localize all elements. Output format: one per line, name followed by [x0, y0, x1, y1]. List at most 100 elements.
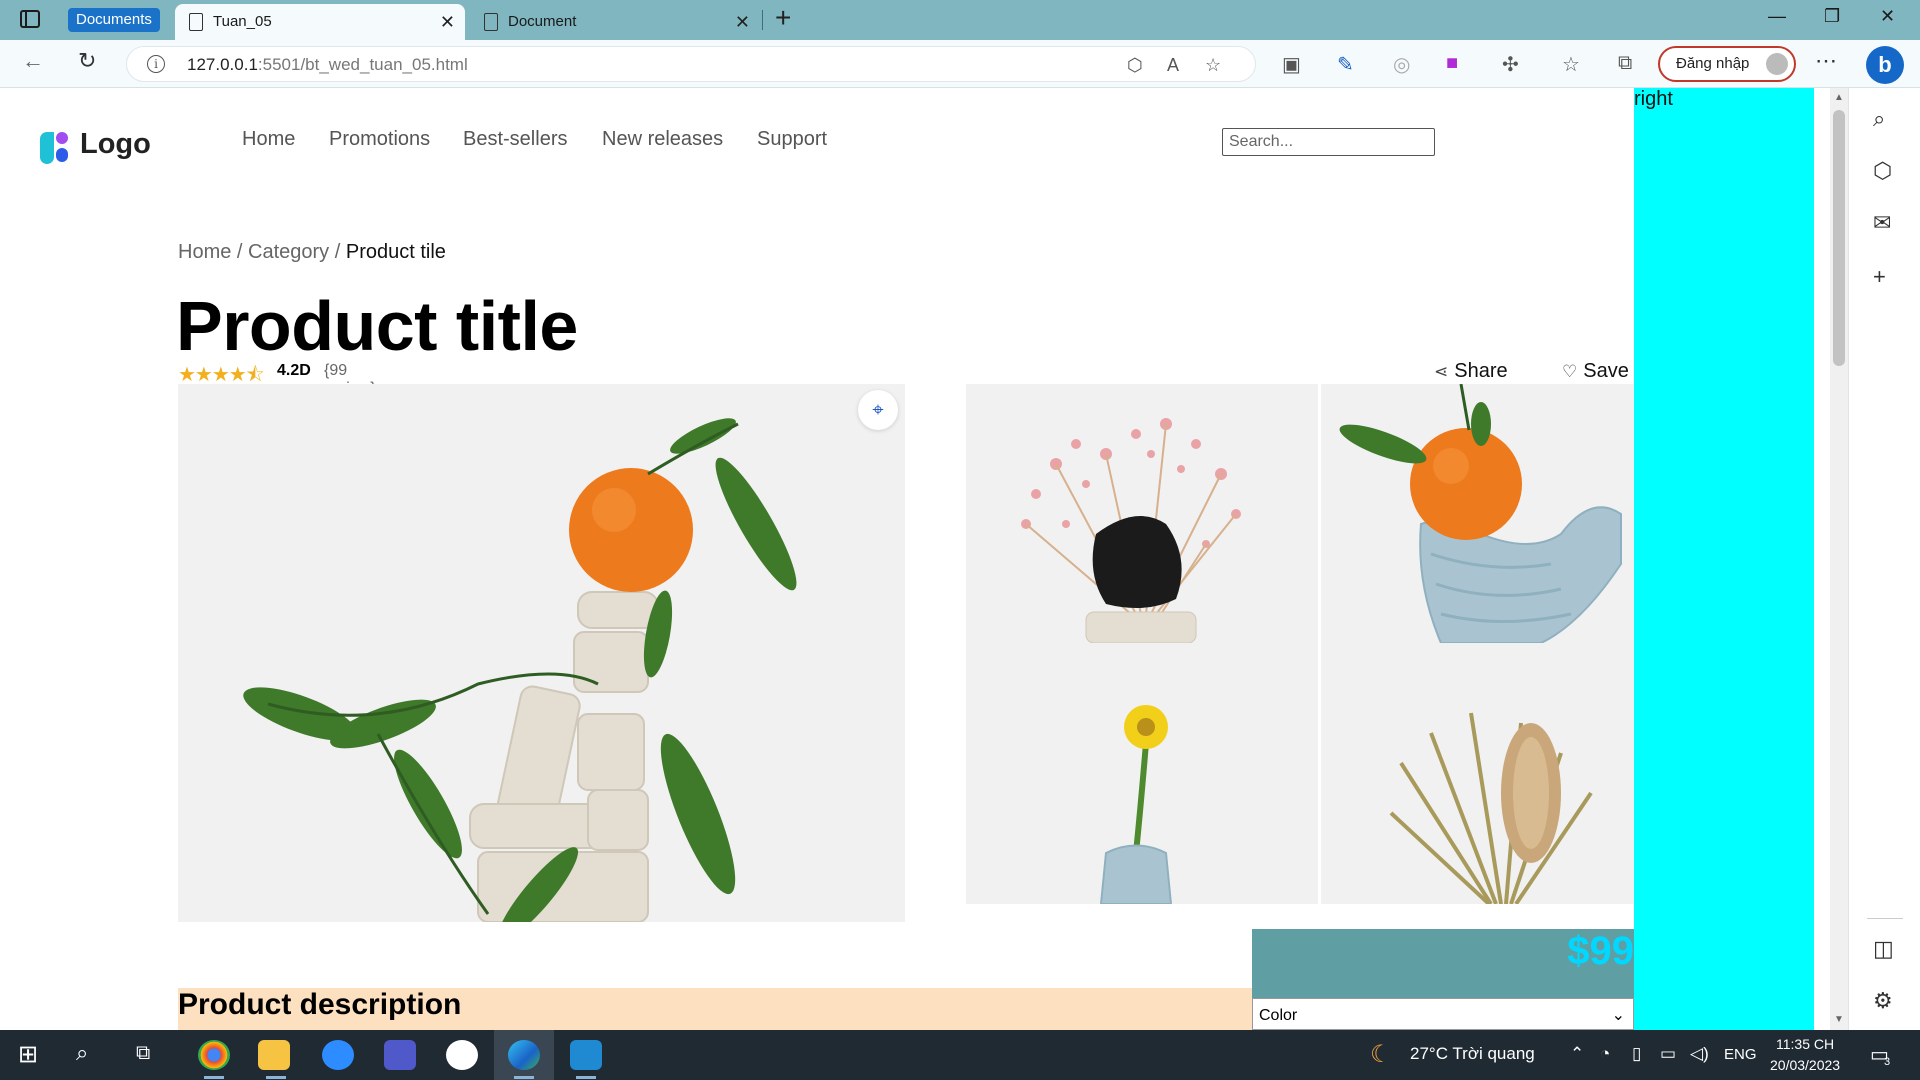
nav-promotions[interactable]: Promotions	[329, 128, 430, 151]
gallery-thumb-2[interactable]	[1321, 384, 1634, 643]
purple-extension-icon[interactable]: ■	[1446, 52, 1458, 75]
page-scrollbar[interactable]: ▲ ▼	[1830, 88, 1848, 1030]
scrollbar-thumb[interactable]	[1833, 110, 1845, 366]
tab-tuan-05[interactable]: Tuan_05 ✕	[175, 4, 465, 40]
color-select[interactable]: Color ⌄	[1252, 998, 1634, 1030]
tab-label: Document	[508, 13, 577, 30]
reload-icon[interactable]: ↻	[78, 48, 96, 74]
volume-icon[interactable]: ◁)	[1690, 1044, 1709, 1064]
input-language[interactable]: ENG	[1724, 1046, 1757, 1063]
running-indicator	[266, 1076, 286, 1079]
windows-start-icon[interactable]: ⊞	[18, 1040, 38, 1069]
url-host: 127.0.0.1	[187, 55, 258, 74]
more-options-icon[interactable]: ⋯	[1815, 48, 1837, 74]
minimize-button[interactable]: —	[1768, 6, 1786, 27]
bing-copilot-icon[interactable]: b	[1866, 46, 1904, 84]
teams-icon[interactable]	[384, 1040, 416, 1070]
banksia-illustration	[1321, 643, 1634, 904]
split-screen-icon[interactable]: ◫	[1873, 936, 1894, 962]
device-icon[interactable]: ▯	[1632, 1044, 1641, 1064]
price: $99	[1567, 929, 1634, 973]
nav-best-sellers[interactable]: Best-sellers	[463, 128, 567, 151]
breadcrumb-home[interactable]: Home	[178, 241, 231, 263]
share-label: Share	[1454, 360, 1508, 382]
gallery-thumb-3[interactable]	[966, 643, 1318, 904]
clock-time: 11:35 CH	[1775, 1036, 1835, 1052]
main-product-image[interactable]	[178, 384, 905, 922]
close-window-button[interactable]: ✕	[1880, 6, 1895, 27]
chrome-icon[interactable]	[198, 1040, 230, 1070]
tab-group-documents[interactable]: Documents	[68, 8, 160, 32]
nav-support[interactable]: Support	[757, 128, 827, 151]
zoom-icon[interactable]	[322, 1040, 354, 1070]
back-arrow-icon[interactable]: ←	[22, 48, 44, 74]
outlook-icon[interactable]: ✉	[1873, 210, 1891, 236]
logo-mark-pill	[56, 148, 68, 162]
nav-new-releases[interactable]: New releases	[602, 128, 723, 151]
share-icon: ⋖	[1434, 362, 1449, 381]
zalo-icon[interactable]	[446, 1040, 478, 1070]
close-tab-icon[interactable]: ✕	[440, 4, 455, 40]
color-select-value: Color	[1259, 1007, 1298, 1024]
running-indicator	[576, 1076, 596, 1079]
sign-in-label: Đăng nhập	[1676, 55, 1750, 72]
favorites-icon[interactable]: ☆	[1562, 52, 1580, 77]
scroll-up-icon[interactable]: ▲	[1834, 92, 1844, 103]
close-tab-icon[interactable]: ✕	[735, 4, 750, 40]
tab-label: Tuan_05	[213, 13, 272, 30]
running-indicator	[514, 1076, 534, 1079]
compass-icon[interactable]: ◎	[1393, 52, 1410, 77]
wifi-icon[interactable]: ◔	[1600, 1044, 1610, 1064]
pen-extension-icon[interactable]: ✎	[1337, 52, 1354, 77]
visual-search-icon[interactable]: ⌖	[858, 390, 898, 430]
sign-in-button[interactable]: Đăng nhập	[1658, 46, 1796, 82]
search-icon[interactable]: ⌕	[76, 1040, 88, 1066]
edge-icon[interactable]	[508, 1040, 540, 1070]
puzzle-icon[interactable]: ✣	[1502, 52, 1519, 77]
tab-document[interactable]: Document ✕	[470, 4, 760, 40]
orange-blue-vase-illustration	[1321, 384, 1634, 643]
chevron-up-icon[interactable]: ⌃	[1570, 1044, 1584, 1064]
read-aloud-icon[interactable]: A	[1167, 55, 1179, 76]
windows-taskbar: ⊞ ⌕ ⧉ ☾ 27°C Trời quang ⌃ ◔ ▯ ▭ ◁) ENG 1…	[0, 1030, 1920, 1080]
nav-home[interactable]: Home	[242, 128, 295, 151]
search-input[interactable]	[1222, 128, 1435, 156]
document-icon	[484, 13, 498, 31]
right-label: right	[1634, 88, 1673, 110]
site-info-icon[interactable]: i	[147, 55, 165, 73]
task-view-icon[interactable]: ⧉	[136, 1042, 150, 1065]
system-clock[interactable]: 11:35 CH 20/03/2023	[1770, 1034, 1840, 1076]
chevron-down-icon: ⌄	[1611, 1007, 1625, 1024]
add-sidebar-icon[interactable]: +	[1873, 264, 1886, 290]
weather-text[interactable]: 27°C Trời quang	[1410, 1044, 1535, 1064]
scroll-down-icon[interactable]: ▼	[1834, 1014, 1844, 1025]
gallery-thumb-1[interactable]	[966, 384, 1318, 643]
breadcrumb: Home / Category / Product tile	[178, 241, 446, 264]
search-icon[interactable]: ⌕	[1873, 106, 1885, 132]
url-field[interactable]: i 127.0.0.1:5501/bt_wed_tuan_05.html ⬡ A…	[126, 46, 1256, 82]
gallery-thumb-4[interactable]	[1321, 643, 1634, 904]
share-button[interactable]: ⋖ Share	[1434, 360, 1508, 383]
gear-icon[interactable]: ⚙	[1873, 988, 1893, 1014]
restore-button[interactable]: ❐	[1824, 6, 1840, 27]
collections-icon[interactable]: ⧉	[1618, 52, 1632, 75]
file-explorer-icon[interactable]	[258, 1040, 290, 1070]
breadcrumb-category[interactable]: Category	[248, 241, 329, 263]
new-tab-button[interactable]: +	[775, 2, 791, 34]
battery-icon[interactable]: ▭	[1660, 1044, 1676, 1064]
breadcrumb-current: Product tile	[345, 241, 446, 263]
vscode-icon[interactable]	[570, 1040, 602, 1070]
save-button[interactable]: ♡ Save	[1562, 360, 1629, 383]
tab-divider	[762, 10, 763, 30]
extensions-cube-icon[interactable]: ▣	[1282, 52, 1301, 77]
heart-icon: ♡	[1562, 362, 1578, 381]
tab-actions-icon[interactable]	[20, 10, 40, 28]
document-icon	[189, 13, 203, 31]
tag-icon[interactable]: ⬡	[1127, 55, 1143, 76]
add-favorite-icon[interactable]: ☆	[1205, 55, 1221, 76]
avatar	[1766, 53, 1788, 75]
logo-text: Logo	[80, 128, 151, 160]
pink-flowers-illustration	[966, 384, 1318, 643]
address-bar-row: ← ↻ i 127.0.0.1:5501/bt_wed_tuan_05.html…	[0, 40, 1920, 88]
shopping-icon[interactable]: ⬡	[1873, 158, 1892, 184]
